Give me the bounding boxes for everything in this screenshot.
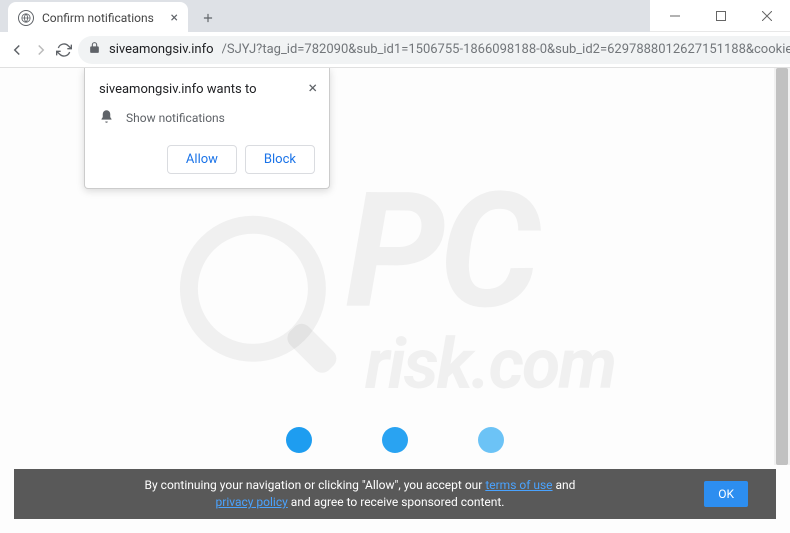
page-viewport: PC risk.com By continuing your navigatio… bbox=[0, 68, 790, 533]
url-input[interactable]: siveamongsiv.info/SJYJ?tag_id=782090&sub… bbox=[78, 36, 790, 64]
allow-button[interactable]: Allow bbox=[167, 145, 237, 174]
consent-ok-button[interactable]: OK bbox=[704, 481, 748, 507]
new-tab-button[interactable] bbox=[194, 4, 222, 32]
consent-text: By continuing your navigation or clickin… bbox=[145, 477, 576, 511]
dot-icon bbox=[382, 427, 408, 453]
watermark-sub: risk.com bbox=[345, 336, 615, 392]
privacy-link[interactable]: privacy policy bbox=[216, 495, 288, 509]
reload-button[interactable] bbox=[56, 36, 72, 64]
terms-link[interactable]: terms of use bbox=[485, 478, 552, 492]
tab-bar: Confirm notifications × bbox=[0, 0, 650, 34]
close-icon[interactable]: × bbox=[171, 10, 178, 26]
block-button[interactable]: Block bbox=[245, 145, 315, 174]
scrollbar-thumb[interactable] bbox=[776, 68, 788, 465]
bell-icon bbox=[99, 109, 114, 127]
globe-icon bbox=[18, 10, 34, 26]
close-window-button[interactable] bbox=[744, 0, 790, 32]
permission-item: Show notifications bbox=[126, 111, 225, 125]
url-host: siveamongsiv.info bbox=[109, 42, 214, 57]
forward-button[interactable] bbox=[32, 36, 50, 64]
lock-icon bbox=[88, 41, 101, 58]
url-path: /SJYJ?tag_id=782090&sub_id1=1506755-1866… bbox=[222, 42, 790, 57]
dot-icon bbox=[286, 427, 312, 453]
permission-title: siveamongsiv.info wants to bbox=[99, 82, 315, 97]
browser-tab[interactable]: Confirm notifications × bbox=[8, 2, 188, 34]
address-bar: siveamongsiv.info/SJYJ?tag_id=782090&sub… bbox=[0, 32, 790, 68]
tab-title: Confirm notifications bbox=[42, 11, 163, 25]
loading-dots bbox=[286, 427, 504, 453]
watermark-main: PC bbox=[345, 158, 535, 345]
back-button[interactable] bbox=[8, 36, 26, 64]
consent-bar: By continuing your navigation or clickin… bbox=[14, 469, 776, 519]
close-icon[interactable]: × bbox=[308, 78, 317, 97]
notification-permission-popup: siveamongsiv.info wants to × Show notifi… bbox=[84, 68, 330, 189]
watermark-logo: PC risk.com bbox=[175, 188, 615, 392]
maximize-button[interactable] bbox=[698, 0, 744, 32]
vertical-scrollbar[interactable] bbox=[774, 68, 790, 465]
minimize-button[interactable] bbox=[652, 0, 698, 32]
dot-icon bbox=[478, 427, 504, 453]
magnifier-icon bbox=[175, 210, 335, 370]
